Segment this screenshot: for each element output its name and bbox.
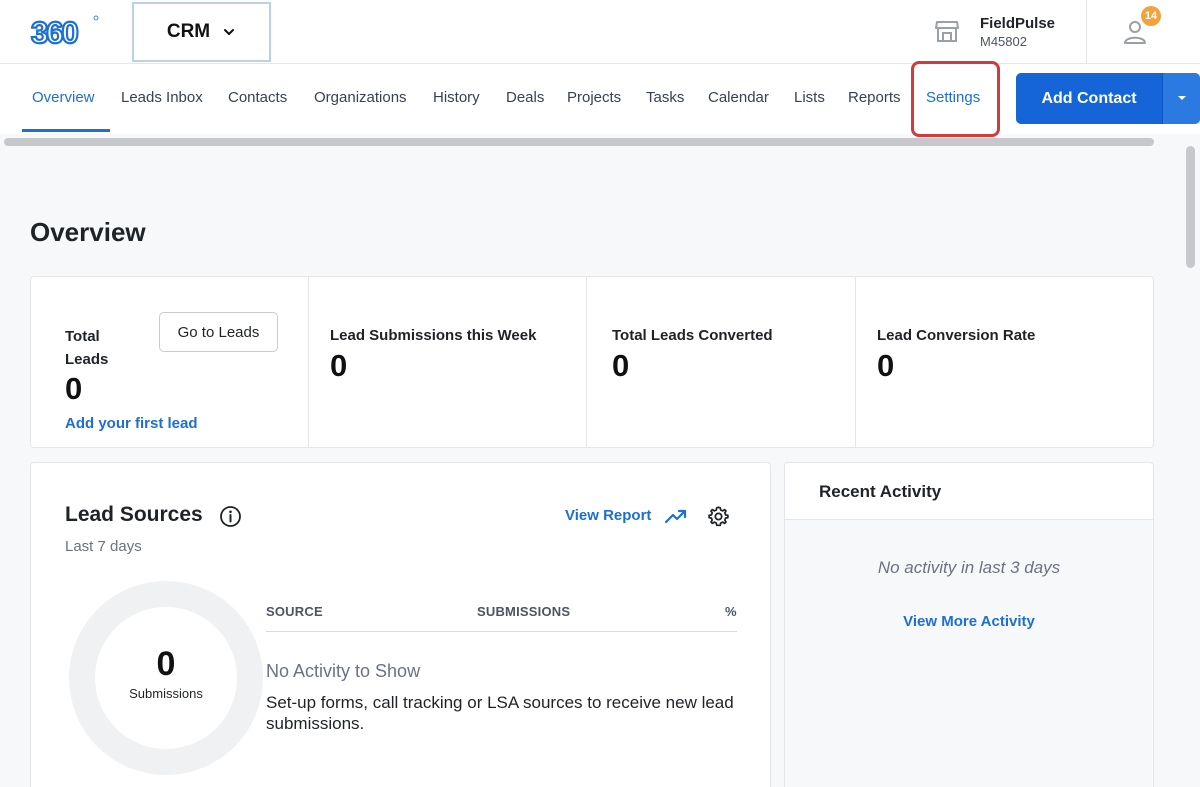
stat-week-submissions: Lead Submissions this Week 0 xyxy=(308,277,586,447)
lead-sources-subtitle: Last 7 days xyxy=(65,538,142,555)
company-info[interactable]: FieldPulse M45802 xyxy=(980,15,1055,49)
chevron-down-icon xyxy=(224,29,235,35)
tab-deals[interactable]: Deals xyxy=(506,64,544,132)
add-contact-label: Add Contact xyxy=(1041,90,1137,107)
stat-divider xyxy=(855,277,856,447)
gear-icon[interactable] xyxy=(707,505,730,528)
tab-leads-inbox[interactable]: Leads Inbox xyxy=(121,64,203,132)
column-header-percent[interactable]: % xyxy=(725,604,737,619)
donut-submissions-label: Submissions xyxy=(129,686,203,701)
empty-state-title: No Activity to Show xyxy=(266,661,421,681)
tab-overview[interactable]: Overview xyxy=(32,64,95,132)
recent-activity-empty: No activity in last 3 days xyxy=(877,558,1061,577)
view-report-link[interactable]: View Report xyxy=(565,507,651,524)
vertical-scrollbar[interactable] xyxy=(1186,146,1195,268)
info-icon[interactable] xyxy=(219,505,242,528)
tab-contacts[interactable]: Contacts xyxy=(228,64,287,132)
company-name: FieldPulse xyxy=(980,15,1056,32)
tab-reports[interactable]: Reports xyxy=(848,64,901,132)
tab-calendar[interactable]: Calendar xyxy=(708,64,769,132)
tab-projects[interactable]: Projects xyxy=(567,64,621,132)
lead-sources-card: Lead Sources Last 7 days View Report 0 S… xyxy=(30,462,771,787)
header-divider xyxy=(1086,0,1087,63)
crm-app-selector[interactable]: CRM xyxy=(132,2,271,62)
stat-total-leads-value: 0 xyxy=(65,371,83,406)
column-header-submissions[interactable]: SUBMISSIONS xyxy=(477,604,570,619)
stat-total-leads-title: Total Leads xyxy=(65,328,109,368)
tab-lists[interactable]: Lists xyxy=(794,64,825,132)
settings-highlight-box xyxy=(911,61,1000,137)
stat-rate-value: 0 xyxy=(877,348,895,383)
stat-rate-title: Lead Conversion Rate xyxy=(877,327,1036,344)
360-logo-icon[interactable]: 360 xyxy=(30,14,100,48)
stat-divider xyxy=(308,277,309,447)
active-tab-indicator xyxy=(22,129,110,132)
recent-activity-card: Recent Activity No activity in last 3 da… xyxy=(784,462,1154,787)
empty-state-description: Set-up forms, call tracking or LSA sourc… xyxy=(266,693,734,733)
page-title: Overview xyxy=(30,217,146,247)
tab-history[interactable]: History xyxy=(433,64,480,132)
stat-conversion-rate: Lead Conversion Rate 0 xyxy=(855,277,1153,447)
crm-selector-label: CRM xyxy=(166,21,211,42)
go-to-leads-button[interactable]: Go to Leads xyxy=(159,312,278,352)
stat-leads-converted: Total Leads Converted 0 xyxy=(586,277,855,447)
caret-down-icon xyxy=(1178,96,1186,100)
tab-organizations[interactable]: Organizations xyxy=(314,64,407,132)
svg-text:360: 360 xyxy=(31,15,77,48)
trending-up-icon[interactable] xyxy=(665,507,687,525)
stat-week-value: 0 xyxy=(330,348,348,383)
top-header: 360 CRM FieldPulse M45802 14 xyxy=(0,0,1200,64)
stat-total-leads: Total Leads 0 Go to Leads Add your first… xyxy=(31,277,308,447)
store-icon[interactable] xyxy=(934,18,960,44)
stat-divider xyxy=(586,277,587,447)
horizontal-scrollbar[interactable] xyxy=(4,138,1154,146)
view-more-activity-link[interactable]: View More Activity xyxy=(785,613,1153,630)
add-contact-button[interactable]: Add Contact xyxy=(1016,73,1200,124)
recent-activity-title: Recent Activity xyxy=(819,482,942,501)
add-first-lead-link[interactable]: Add your first lead xyxy=(65,415,198,432)
column-header-source[interactable]: SOURCE xyxy=(266,604,323,619)
recent-activity-header: Recent Activity xyxy=(785,463,1153,520)
stats-panel: Total Leads 0 Go to Leads Add your first… xyxy=(30,276,1154,448)
stat-week-title: Lead Submissions this Week xyxy=(330,327,537,344)
tab-tasks[interactable]: Tasks xyxy=(646,64,684,132)
stat-converted-title: Total Leads Converted xyxy=(612,327,773,344)
stat-converted-value: 0 xyxy=(612,348,630,383)
add-contact-dropdown[interactable] xyxy=(1162,73,1200,124)
company-code: M45802 xyxy=(980,34,1027,49)
donut-submissions-value: 0 xyxy=(156,645,176,683)
notification-badge[interactable]: 14 xyxy=(1141,6,1161,26)
table-header-divider xyxy=(266,631,737,632)
lead-sources-title: Lead Sources xyxy=(65,503,203,526)
